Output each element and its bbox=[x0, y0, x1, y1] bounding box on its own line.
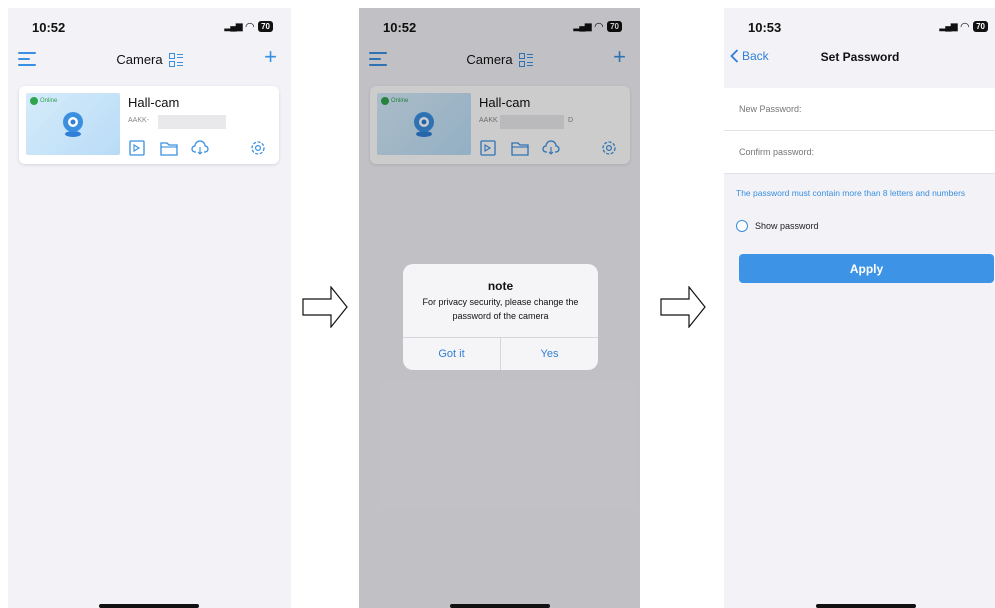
wifi-icon: ◠ bbox=[960, 21, 970, 33]
status-bar: 10:53 ▂▄▆ ◠ 70 bbox=[724, 8, 995, 44]
yes-button[interactable]: Yes bbox=[500, 338, 598, 370]
nav-bar: Back Set Password bbox=[724, 44, 995, 76]
status-icons: ▂▄▆ ◠ 70 bbox=[224, 20, 273, 33]
camera-id: AAKK- bbox=[128, 117, 150, 124]
status-time: 10:52 bbox=[32, 20, 66, 35]
camera-card[interactable]: Online Hall-cam AAKK- bbox=[19, 86, 279, 164]
nav-title-group: Camera bbox=[8, 52, 291, 67]
view-toggle-icon[interactable] bbox=[168, 52, 183, 67]
confirm-password-row bbox=[724, 131, 995, 174]
got-it-button[interactable]: Got it bbox=[403, 338, 500, 370]
privacy-note-dialog: note For privacy security, please change… bbox=[403, 264, 598, 370]
camera-name: Hall-cam bbox=[128, 95, 180, 110]
confirm-password-input[interactable] bbox=[739, 147, 995, 157]
page-title: Set Password bbox=[820, 50, 900, 64]
signal-icon: ▂▄▆ bbox=[224, 21, 242, 31]
settings-gear-icon[interactable] bbox=[249, 140, 267, 156]
folder-icon[interactable] bbox=[160, 140, 178, 156]
status-icons: ▂▄▆ ◠ 70 bbox=[939, 20, 988, 33]
redacted-box bbox=[158, 115, 226, 129]
home-indicator bbox=[816, 604, 916, 608]
next-step-arrow-icon bbox=[302, 286, 348, 328]
home-indicator bbox=[99, 604, 199, 608]
new-password-input[interactable] bbox=[739, 104, 995, 114]
home-indicator bbox=[450, 604, 550, 608]
new-password-row bbox=[724, 88, 995, 131]
next-step-arrow-icon bbox=[660, 286, 706, 328]
screen-camera-list: 10:52 ▂▄▆ ◠ 70 Camera + Online Hall-cam … bbox=[8, 8, 291, 608]
show-password-label: Show password bbox=[755, 221, 819, 231]
dialog-buttons: Got it Yes bbox=[403, 337, 598, 370]
nav-title: Camera bbox=[116, 52, 163, 67]
show-password-toggle[interactable]: Show password bbox=[736, 220, 819, 232]
battery-indicator: 70 bbox=[258, 21, 273, 32]
radio-icon[interactable] bbox=[736, 220, 748, 232]
screen-camera-list-dialog: 10:52 ▂▄▆ ◠ 70 Camera + Online Hall-cam … bbox=[359, 8, 640, 608]
screen-set-password: 10:53 ▂▄▆ ◠ 70 Back Set Password The pas… bbox=[724, 8, 995, 608]
apply-button[interactable]: Apply bbox=[739, 254, 994, 283]
online-dot-icon bbox=[30, 97, 38, 105]
status-time: 10:53 bbox=[748, 20, 782, 35]
online-label: Online bbox=[40, 98, 58, 104]
battery-indicator: 70 bbox=[973, 21, 988, 32]
status-bar: 10:52 ▂▄▆ ◠ 70 bbox=[8, 8, 291, 44]
password-fields bbox=[724, 88, 995, 174]
camera-icon bbox=[63, 112, 83, 137]
signal-icon: ▂▄▆ bbox=[939, 21, 957, 31]
playback-icon[interactable] bbox=[129, 140, 147, 156]
dialog-title: note bbox=[487, 279, 514, 293]
password-hint: The password must contain more than 8 le… bbox=[736, 188, 966, 198]
dialog-message: For privacy security, please change the … bbox=[422, 297, 579, 321]
add-camera-icon[interactable]: + bbox=[264, 46, 277, 68]
wifi-icon: ◠ bbox=[245, 21, 255, 33]
nav-bar: Camera + bbox=[8, 44, 291, 76]
cloud-icon[interactable] bbox=[191, 140, 209, 156]
online-badge: Online bbox=[30, 97, 57, 105]
camera-thumbnail[interactable]: Online bbox=[26, 93, 120, 155]
